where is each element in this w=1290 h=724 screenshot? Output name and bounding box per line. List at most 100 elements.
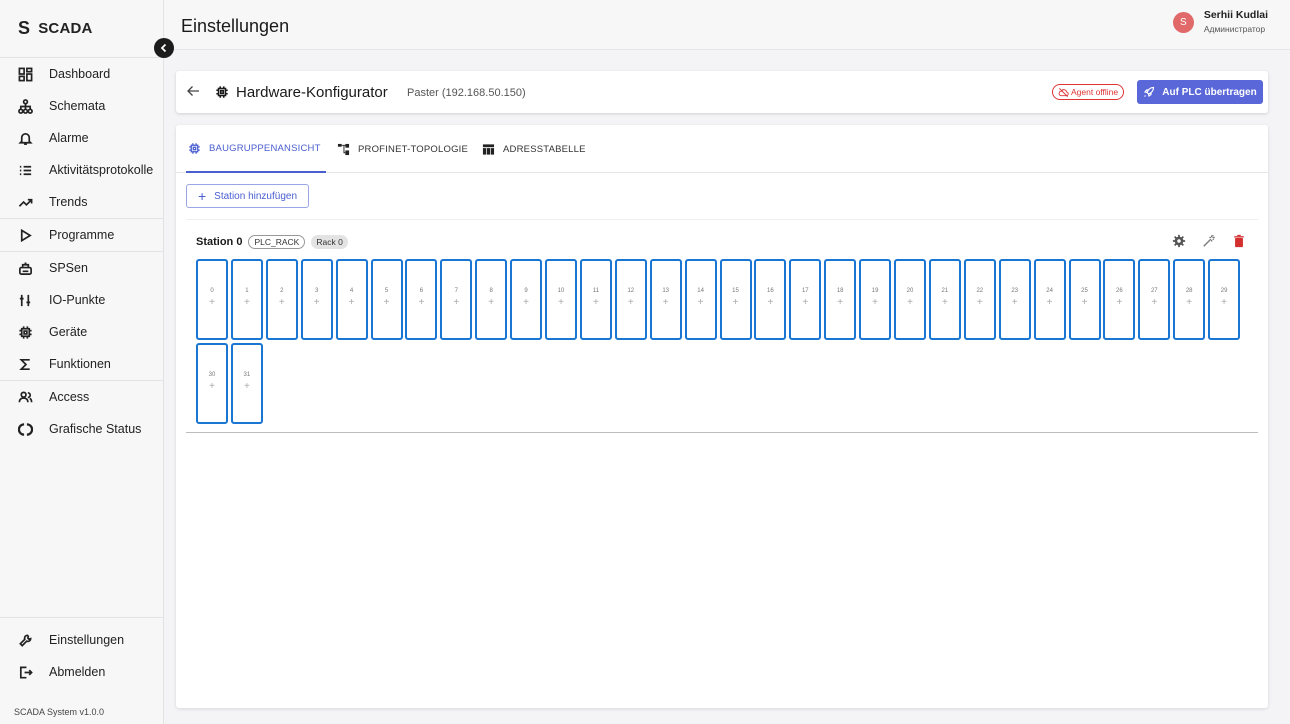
rack-slot[interactable]: 26 + [1103,259,1136,340]
slot-add-icon[interactable]: + [593,297,599,308]
brand[interactable]: S SCADA [0,0,163,57]
rack-slot[interactable]: 18 + [824,259,857,340]
slot-add-icon[interactable]: + [802,297,808,308]
slot-add-icon[interactable]: + [209,297,215,308]
rack-slot[interactable]: 12 + [614,259,647,340]
rack-slot[interactable]: 1 + [230,259,263,340]
rack-slot[interactable]: 0 + [196,259,228,340]
settings-icon[interactable] [1172,234,1186,248]
slot-add-icon[interactable]: + [244,381,250,392]
slot-add-icon[interactable]: + [872,297,878,308]
rack-slot[interactable]: 29 + [1208,259,1241,340]
tab-adresstabelle[interactable]: ADRESSTABELLE [482,125,586,173]
slot-add-icon[interactable]: + [279,297,285,308]
rack-slot[interactable]: 22 + [963,259,996,340]
slot-add-icon[interactable]: + [733,297,739,308]
rack-slot[interactable]: 5 + [370,259,403,340]
rack-slot[interactable]: 24 + [1033,259,1066,340]
sidebar-item-geraete[interactable]: Geräte [0,316,163,348]
add-station-button[interactable]: + Station hinzufügen [186,184,309,208]
rack-slot[interactable]: 8 + [475,259,508,340]
sidebar-item-trends[interactable]: Trends [0,186,163,218]
rack-slot[interactable]: 17 + [789,259,822,340]
rack-slot[interactable]: 21 + [928,259,961,340]
tab-baugruppenansicht[interactable]: BAUGRUPPENANSICHT [186,125,326,173]
slot-add-icon[interactable]: + [1012,297,1018,308]
rack-slot[interactable]: 27 + [1138,259,1171,340]
rack-slot[interactable]: 15 + [719,259,752,340]
sidebar-item-schemata[interactable]: Schemata [0,90,163,122]
slot-add-icon[interactable]: + [767,297,773,308]
slot-add-icon[interactable]: + [698,297,704,308]
sidebar-item-programme[interactable]: Programme [0,219,163,251]
slot-add-icon[interactable]: + [663,297,669,308]
rack-slot[interactable]: 25 + [1068,259,1101,340]
rack-slot[interactable]: 4 + [335,259,368,340]
sidebar-item-alarme[interactable]: Alarme [0,122,163,154]
sidebar-item-dashboard[interactable]: Dashboard [0,58,163,90]
rack-slot[interactable]: 30 + [196,343,228,424]
rack-slot[interactable]: 3 + [300,259,333,340]
sidebar-item-label: Programme [49,228,115,242]
rack-slot[interactable]: 7 + [440,259,473,340]
sidebar-item-funktionen[interactable]: Funktionen [0,348,163,380]
rack-slot[interactable]: 14 + [684,259,717,340]
slot-number: 12 [627,288,635,294]
slot-add-icon[interactable]: + [523,297,529,308]
slot-add-icon[interactable]: + [1116,297,1122,308]
rack-slot[interactable]: 31 + [230,343,263,424]
slot-add-icon[interactable]: + [1186,297,1192,308]
upload-button-label: Auf PLC übertragen [1162,86,1257,98]
magic-wand-icon[interactable] [1202,234,1216,248]
slot-number: 19 [871,288,879,294]
slot-add-icon[interactable]: + [418,297,424,308]
slot-add-icon[interactable]: + [384,297,390,308]
slot-add-icon[interactable]: + [488,297,494,308]
delete-icon[interactable] [1232,234,1246,248]
rack-slot[interactable]: 28 + [1173,259,1206,340]
sidebar-item-abmelden[interactable]: Abmelden [0,656,163,688]
sidebar-item-label: Dashboard [49,67,111,81]
rack-slot[interactable]: 9 + [510,259,543,340]
chip-icon [216,86,228,98]
rack-slot[interactable]: 13 + [649,259,682,340]
rack-slot[interactable]: 11 + [579,259,612,340]
slot-add-icon[interactable]: + [1082,297,1088,308]
slot-add-icon[interactable]: + [907,297,913,308]
slot-add-icon[interactable]: + [209,381,215,392]
sidebar-item-access[interactable]: Access [0,381,163,413]
back-arrow-icon[interactable] [186,84,200,98]
rack-slot[interactable]: 19 + [859,259,892,340]
slot-add-icon[interactable]: + [1221,297,1227,308]
slot-add-icon[interactable]: + [349,297,355,308]
slot-add-icon[interactable]: + [1151,297,1157,308]
sidebar-item-spsen[interactable]: SPSen [0,252,163,284]
sidebar-item-io-punkte[interactable]: IO-Punkte [0,284,163,316]
sidebar-item-label: Abmelden [49,665,106,679]
rack-slot[interactable]: 23 + [998,259,1031,340]
slot-add-icon[interactable]: + [942,297,948,308]
slot-add-icon[interactable]: + [977,297,983,308]
sidebar-item-einstellungen[interactable]: Einstellungen [0,624,163,656]
slot-number: 1 [245,288,249,294]
rack-slot[interactable]: 10 + [545,259,577,340]
sidebar-item-grafische-status[interactable]: Grafische Status [0,413,163,445]
user-menu[interactable]: S Serhii Kudlai Администратор [1172,9,1268,36]
sidebar-collapse-button[interactable] [154,38,174,58]
table-icon [482,143,495,155]
slot-add-icon[interactable]: + [837,297,843,308]
tab-profinet-topologie[interactable]: PROFINET-TOPOLOGIE [337,125,468,173]
rack-slot[interactable]: 20 + [894,259,926,340]
slot-add-icon[interactable]: + [453,297,459,308]
slot-add-icon[interactable]: + [314,297,320,308]
rack-slot[interactable]: 16 + [754,259,787,340]
rack-slot[interactable]: 2 + [265,259,298,340]
sidebar-item-aktivitaetsprotokolle[interactable]: Aktivitätsprotokolle [0,154,163,186]
slot-add-icon[interactable]: + [244,297,250,308]
slot-add-icon[interactable]: + [558,297,564,308]
slot-number: 4 [349,288,354,294]
slot-add-icon[interactable]: + [1047,297,1053,308]
slot-add-icon[interactable]: + [628,297,634,308]
upload-to-plc-button[interactable]: Auf PLC übertragen [1137,80,1263,104]
rack-slot[interactable]: 6 + [405,259,438,340]
